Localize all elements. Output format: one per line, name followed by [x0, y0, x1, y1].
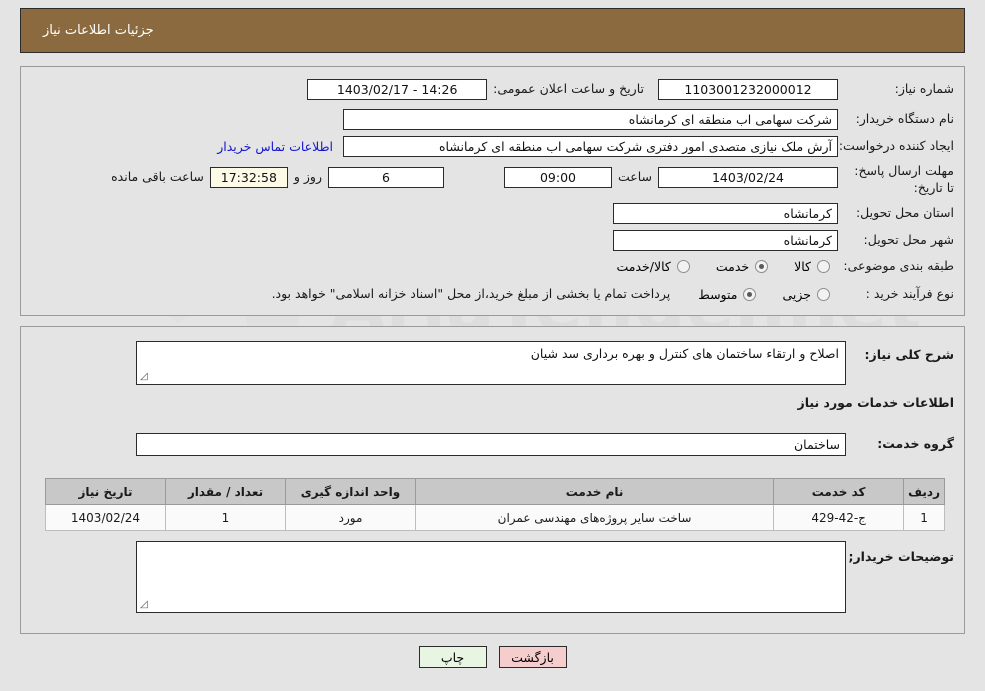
days-remaining-value: 6 [327, 167, 444, 188]
buyer-contact-link[interactable]: اطلاعات تماس خریدار [217, 139, 333, 154]
process-option-jozii-label: جزیی [782, 286, 811, 302]
page-header: جزئیات اطلاعات نیاز [20, 8, 965, 53]
resize-grip-icon[interactable]: ◺ [140, 371, 150, 382]
hour-label: ساعت [617, 169, 652, 185]
services-heading-row: اطلاعات خدمات مورد نیاز [798, 395, 955, 412]
service-group-row: گروه خدمت: ساختمان [136, 433, 954, 456]
process-note: پرداخت تمام یا بخشی از مبلغ خرید،از محل … [271, 286, 671, 301]
tender-details-page: AriaTender.net جزئیات اطلاعات نیاز شماره… [0, 0, 985, 691]
days-label: روز و [293, 169, 322, 185]
summary-textarea[interactable]: اصلاح و ارتقاء ساختمان های کنترل و بهره … [136, 341, 846, 385]
service-group-value: ساختمان [136, 433, 846, 456]
category-option-kala[interactable]: کالا [794, 259, 830, 274]
back-button[interactable]: بازگشت [498, 646, 567, 668]
category-option-kala-khedmat[interactable]: کالا/خدمت [616, 258, 690, 274]
process-label: نوع فرآیند خرید : [865, 286, 954, 301]
process-row: نوع فرآیند خرید : جزیی متوسط پرداخت تمام… [272, 286, 954, 303]
requester-row: ایجاد کننده درخواست: آرش ملک نیازی متصدی… [217, 136, 954, 157]
city-value: کرمانشاه [613, 230, 838, 251]
summary-value: اصلاح و ارتقاء ساختمان های کنترل و بهره … [530, 346, 839, 361]
requester-label: ایجاد کننده درخواست: [838, 138, 954, 154]
category-label: طبقه بندی موضوعی: [843, 258, 954, 273]
announce-label: تاریخ و ساعت اعلان عمومی: [493, 81, 644, 97]
need-number-label: شماره نیاز: [894, 81, 954, 97]
services-table: ردیف کد خدمت نام خدمت واحد اندازه گیری ت… [45, 478, 945, 531]
cell-code: ج-42-429 [773, 504, 905, 531]
remaining-hours-label: ساعت باقی مانده [111, 169, 204, 185]
cell-date: 1403/02/24 [45, 504, 166, 531]
category-row: طبقه بندی موضوعی: کالا خدمت کالا/خدمت [616, 258, 954, 275]
col-code: کد خدمت [773, 478, 905, 505]
province-row: استان محل تحویل: کرمانشاه [613, 203, 954, 224]
category-option-khedmat[interactable]: خدمت [715, 258, 769, 274]
process-option-motevaset[interactable]: متوسط [698, 286, 757, 302]
col-radif: ردیف [903, 478, 945, 505]
summary-row: شرح کلی نیاز: [854, 343, 954, 364]
service-group-label: گروه خدمت: [877, 436, 954, 452]
deadline-time: 09:00 [503, 167, 612, 188]
col-name: نام خدمت [414, 478, 775, 505]
announce-row: تاریخ و ساعت اعلان عمومی: 1403/02/17 - 1… [307, 79, 644, 100]
need-info-panel: شماره نیاز: 1103001232000012 تاریخ و ساع… [20, 66, 965, 316]
deadline-label: مهلت ارسال پاسخ: تا تاریخ: [854, 163, 954, 195]
buyer-notes-label: توضیحات خریدار; [848, 549, 954, 564]
buyer-notes-resize-grip-icon[interactable]: ◺ [140, 599, 150, 610]
table-header-row: ردیف کد خدمت نام خدمت واحد اندازه گیری ت… [45, 478, 945, 505]
cell-unit: مورد [285, 504, 416, 531]
radio-kala-khedmat-icon[interactable] [676, 259, 690, 273]
footer-actions: بازگشت چاپ [0, 646, 985, 668]
radio-kala-icon[interactable] [817, 259, 830, 273]
category-option-kala-label: کالا [794, 258, 811, 274]
buyer-notes-textarea[interactable]: ◺ [136, 541, 846, 613]
cell-name: ساخت سایر پروژه‌های مهندسی عمران [414, 504, 775, 531]
deadline-row: 1403/02/24 ساعت 09:00 6 روز و 17:32:58 س… [111, 167, 838, 188]
col-unit: واحد اندازه گیری [285, 478, 416, 505]
radio-jozii-icon[interactable] [817, 287, 830, 301]
buyer-notes-row: توضیحات خریدار; [848, 549, 954, 566]
process-option-motevaset-label: متوسط [698, 286, 738, 302]
buyer-org-row: نام دستگاه خریدار: شرکت سهامی اب منطقه ا… [343, 109, 954, 130]
radio-khedmat-icon[interactable] [755, 259, 769, 273]
cell-radif: 1 [903, 504, 945, 531]
province-value: کرمانشاه [613, 203, 838, 224]
requester-value: آرش ملک نیازی متصدی امور دفتری شرکت سهام… [343, 136, 838, 157]
summary-label: شرح کلی نیاز: [864, 347, 954, 362]
deadline-date: 1403/02/24 [658, 167, 838, 188]
cell-qty: 1 [165, 504, 286, 531]
need-number-value: 1103001232000012 [658, 79, 838, 100]
need-number-row: شماره نیاز: 1103001232000012 [658, 79, 954, 100]
process-option-jozii[interactable]: جزیی [782, 287, 830, 302]
deadline-label-wrap: مهلت ارسال پاسخ: تا تاریخ: [844, 163, 954, 197]
print-button[interactable]: چاپ [418, 646, 487, 668]
countdown-timer: 17:32:58 [209, 167, 288, 188]
services-heading: اطلاعات خدمات مورد نیاز [797, 395, 955, 410]
buyer-org-value: شرکت سهامی اب منطقه ای کرمانشاه [343, 109, 838, 130]
col-qty: تعداد / مقدار [165, 478, 286, 505]
city-row: شهر محل تحویل: کرمانشاه [613, 230, 954, 251]
col-date: تاریخ نیاز [45, 478, 166, 505]
province-label: استان محل تحویل: [855, 205, 954, 221]
table-row: 1 ج-42-429 ساخت سایر پروژه‌های مهندسی عم… [45, 504, 945, 531]
radio-motevaset-icon[interactable] [743, 287, 757, 301]
buyer-org-label: نام دستگاه خریدار: [855, 111, 954, 127]
page-title: جزئیات اطلاعات نیاز [43, 23, 154, 38]
city-label: شهر محل تحویل: [863, 232, 954, 248]
category-option-khedmat-label: خدمت [715, 258, 750, 274]
announce-value: 1403/02/17 - 14:26 [307, 79, 488, 100]
category-option-kala-khedmat-label: کالا/خدمت [616, 258, 671, 274]
